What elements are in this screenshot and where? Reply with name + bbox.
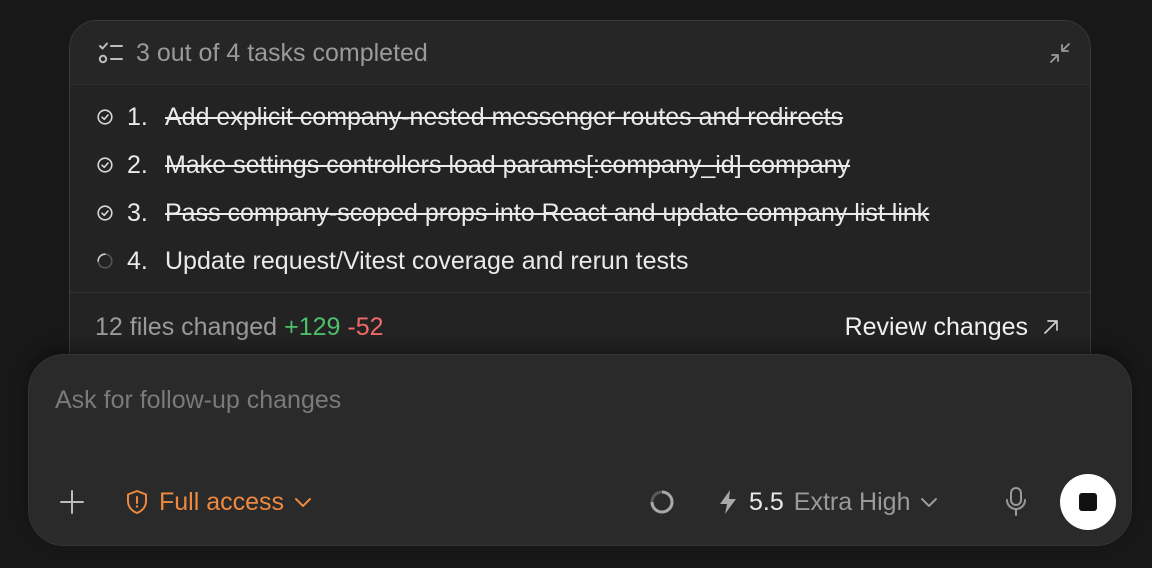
collapse-button[interactable] (1046, 39, 1074, 67)
access-mode-dropdown[interactable]: Full access (125, 484, 312, 520)
model-selector[interactable]: 5.5 Extra High (717, 484, 938, 520)
checklist-icon (98, 42, 123, 64)
check-circle-icon (97, 109, 113, 125)
task-item: 1. Add explicit company-nested messenger… (70, 93, 1090, 141)
deletions-count: -52 (347, 313, 384, 341)
stop-icon (1079, 493, 1097, 511)
task-text: Update request/Vitest coverage and rerun… (165, 247, 689, 275)
task-number: 4. (127, 247, 148, 275)
microphone-button[interactable] (1003, 485, 1029, 519)
lightning-icon (720, 490, 736, 514)
task-item: 4. Update request/Vitest coverage and re… (70, 237, 1090, 285)
plus-icon (60, 490, 84, 514)
task-number: 3. (127, 199, 148, 227)
diff-summary: 12 files changed +129 -52 (95, 311, 384, 343)
model-version: 5.5 (749, 487, 784, 516)
add-attachment-button[interactable] (55, 485, 89, 519)
model-effort: Extra High (793, 487, 911, 516)
task-number: 1. (127, 103, 148, 131)
collapse-icon (1050, 43, 1070, 63)
additions-count: +129 (284, 313, 341, 341)
task-number: 2. (127, 151, 148, 179)
task-item: 3. Pass company-scoped props into React … (70, 189, 1090, 237)
task-progress-card: 3 out of 4 tasks completed 1. Add explic… (69, 20, 1091, 380)
composer: Full access 5.5 Extra High (28, 354, 1132, 546)
task-item: 2. Make settings controllers load params… (70, 141, 1090, 189)
task-text: Add explicit company-nested messenger ro… (165, 103, 844, 131)
review-changes-label: Review changes (844, 313, 1028, 341)
check-circle-icon (97, 157, 113, 173)
chevron-down-icon (295, 498, 312, 507)
files-changed-count: 12 files changed (95, 313, 278, 341)
task-summary: 3 out of 4 tasks completed (136, 39, 428, 67)
arrow-up-right-icon (1044, 320, 1058, 334)
microphone-icon (1006, 487, 1026, 516)
task-list: 1. Add explicit company-nested messenger… (70, 93, 1090, 285)
chevron-down-icon (921, 498, 938, 507)
task-text: Pass company-scoped props into React and… (165, 199, 930, 227)
task-text: Make settings controllers load params[:c… (165, 151, 851, 179)
stop-button[interactable] (1060, 474, 1116, 530)
loading-spinner-icon (97, 253, 113, 269)
task-header: 3 out of 4 tasks completed (70, 21, 1090, 85)
check-circle-icon (97, 205, 113, 221)
access-mode-label: Full access (159, 487, 285, 516)
app-stage: 3 out of 4 tasks completed 1. Add explic… (0, 0, 1152, 568)
review-changes-button[interactable]: Review changes (845, 311, 1060, 343)
follow-up-input[interactable] (53, 381, 1097, 419)
progress-ring-icon (650, 490, 674, 514)
shield-alert-icon (127, 490, 147, 514)
